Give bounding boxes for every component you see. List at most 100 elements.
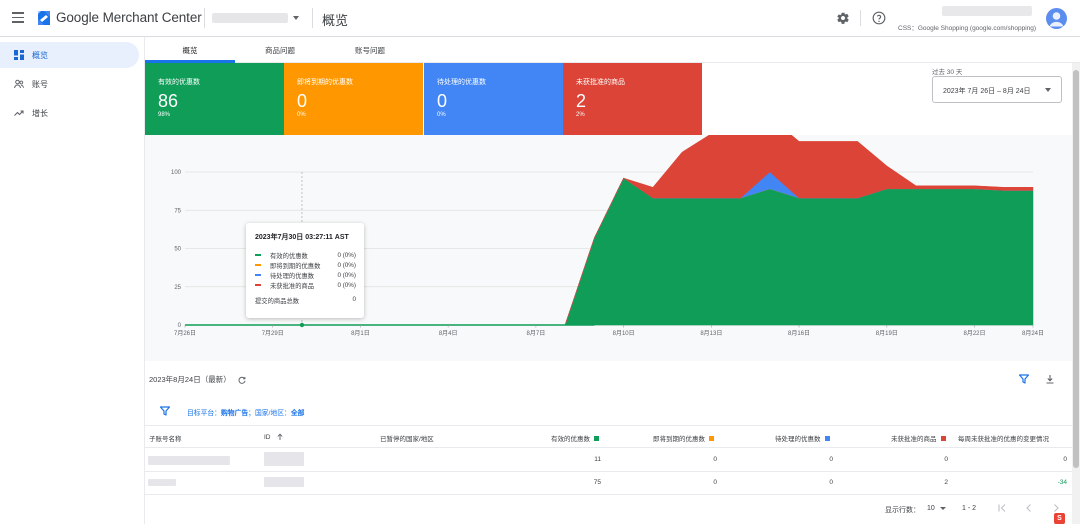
tooltip-row-value: 0 (0%) bbox=[337, 251, 356, 259]
y-tick-label: 100 bbox=[171, 170, 182, 176]
column-header-subaccount[interactable]: 子账号名称 bbox=[149, 433, 182, 443]
refresh-icon[interactable] bbox=[238, 376, 246, 384]
scrollbar-thumb[interactable] bbox=[1073, 70, 1079, 468]
x-tick-label: 8月16日 bbox=[788, 330, 810, 337]
sidebar-item-overview[interactable]: 概览 bbox=[0, 42, 139, 68]
column-header-id[interactable]: ID bbox=[264, 433, 284, 441]
date-range-value: 2023年 7月 26日 – 8月 24日 bbox=[943, 88, 1031, 95]
tab-product-issues[interactable]: 商品问题 bbox=[235, 37, 325, 63]
card-active-offers[interactable]: 有效的优惠数 86 98% bbox=[145, 63, 284, 135]
y-tick-label: 25 bbox=[174, 285, 181, 291]
card-label: 即将到期的优惠数 bbox=[297, 79, 353, 86]
divider bbox=[145, 471, 1072, 472]
page-range: 1 - 2 bbox=[962, 505, 977, 512]
sidebar-item-label: 概览 bbox=[32, 50, 48, 60]
legend-swatch bbox=[255, 254, 261, 256]
previous-page-icon[interactable] bbox=[1024, 503, 1034, 513]
extension-badge-icon[interactable]: S bbox=[1054, 513, 1065, 524]
filter-country-value: 全部 bbox=[290, 410, 305, 417]
card-label: 待处理的优惠数 bbox=[437, 79, 486, 86]
column-header-label: 未获批准的商品 bbox=[891, 436, 937, 443]
rows-per-page-select[interactable]: 10 bbox=[927, 505, 946, 512]
card-percent: 2% bbox=[576, 112, 585, 118]
dashboard-icon bbox=[14, 50, 24, 60]
legend-swatch bbox=[255, 274, 261, 276]
date-range-caption: 过去 30 天 bbox=[932, 69, 963, 76]
column-header-active[interactable]: 有效的优惠数 bbox=[551, 433, 599, 443]
top-app-bar: Google Merchant Center 概览 CSS：Google Sho… bbox=[0, 0, 1080, 37]
x-tick-label: 8月1日 bbox=[351, 330, 370, 337]
cell-disapproved: 2 bbox=[944, 479, 948, 486]
tab-account-issues[interactable]: 账号问题 bbox=[325, 37, 415, 63]
sidebar-item-growth[interactable]: 增长 bbox=[0, 100, 139, 126]
sidebar: 概览 账号 增长 bbox=[0, 37, 145, 524]
sidebar-item-accounts[interactable]: 账号 bbox=[0, 71, 139, 97]
account-selector[interactable] bbox=[212, 12, 302, 24]
tooltip-row-label: 未获批准的商品 bbox=[270, 282, 315, 290]
menu-icon[interactable] bbox=[12, 12, 24, 23]
date-range-select[interactable]: 2023年 7月 26日 – 8月 24日 bbox=[932, 76, 1062, 103]
tooltip-row: 有效的优惠数 0 (0%) bbox=[255, 250, 356, 260]
column-header-pending[interactable]: 待处理的优惠数 bbox=[775, 433, 830, 443]
tooltip-row: 未获批准的商品 0 (0%) bbox=[255, 280, 356, 290]
card-expiring-offers[interactable]: 即将到期的优惠数 0 0% bbox=[284, 63, 423, 135]
filter-platform-value: 购物广告 bbox=[220, 410, 249, 417]
column-header-paused-countries[interactable]: 已暂停的国家/地区 bbox=[380, 433, 434, 443]
first-page-icon[interactable] bbox=[997, 503, 1007, 513]
cell-pending: 0 bbox=[829, 479, 833, 486]
avatar[interactable] bbox=[1046, 8, 1067, 29]
legend-swatch bbox=[824, 435, 830, 441]
divider bbox=[145, 447, 1072, 448]
merchant-center-logo-icon[interactable] bbox=[36, 9, 52, 27]
tooltip-total-value: 0 bbox=[352, 296, 356, 303]
column-header-expiring[interactable]: 即将到期的优惠数 bbox=[653, 433, 714, 443]
card-percent: 0% bbox=[437, 112, 446, 118]
trending-up-icon bbox=[14, 110, 24, 116]
column-header-disapproved[interactable]: 未获批准的商品 bbox=[891, 433, 946, 443]
subaccount-name-redacted[interactable] bbox=[148, 456, 230, 465]
card-percent: 0% bbox=[297, 112, 306, 118]
chevron-down-icon bbox=[939, 507, 946, 510]
tooltip-row-value: 0 (0%) bbox=[337, 261, 356, 269]
cell-weekly-change: 0 bbox=[1063, 456, 1067, 463]
x-tick-label: 7月26日 bbox=[174, 330, 196, 337]
divider bbox=[145, 494, 1072, 495]
filter-icon[interactable] bbox=[160, 406, 170, 416]
card-pending-offers[interactable]: 待处理的优惠数 0 0% bbox=[424, 63, 563, 135]
subaccount-name-redacted[interactable] bbox=[148, 479, 176, 486]
filter-summary[interactable]: 目标平台：购物广告；国家/地区：全部 bbox=[187, 407, 304, 417]
gear-icon[interactable] bbox=[836, 11, 850, 25]
next-page-icon[interactable] bbox=[1051, 503, 1061, 513]
filter-icon[interactable] bbox=[1019, 374, 1029, 384]
x-tick-label: 8月22日 bbox=[964, 330, 986, 337]
hover-point bbox=[299, 322, 305, 328]
divider bbox=[204, 8, 205, 28]
cell-expiring: 0 bbox=[713, 456, 717, 463]
legend-swatch bbox=[709, 435, 714, 441]
cell-active: 75 bbox=[593, 479, 601, 486]
brand-name[interactable]: Google Merchant Center bbox=[56, 10, 202, 25]
cell-active: 11 bbox=[594, 456, 601, 463]
help-icon[interactable] bbox=[872, 11, 886, 25]
column-header-label: ID bbox=[264, 433, 271, 441]
chevron-down-icon bbox=[293, 16, 299, 20]
card-value: 0 bbox=[437, 91, 448, 111]
filter-mid: ；国家/地区： bbox=[248, 410, 291, 417]
tooltip-row: 即将到期的优惠数 0 (0%) bbox=[255, 260, 356, 270]
css-label: CSS：Google Shopping (google.com/shopping… bbox=[898, 25, 1037, 32]
filter-prefix: 目标平台： bbox=[187, 410, 221, 417]
legend-swatch bbox=[255, 284, 261, 286]
card-percent: 98% bbox=[158, 112, 171, 118]
divider bbox=[312, 8, 313, 28]
legend-swatch bbox=[594, 435, 599, 441]
card-disapproved-products[interactable]: 未获批准的商品 2 2% bbox=[563, 63, 702, 135]
download-icon[interactable] bbox=[1045, 374, 1055, 384]
tooltip-total: 提交的商品总数 0 bbox=[255, 296, 356, 305]
chart-tooltip: 2023年7月30日 03:27:11 AST 有效的优惠数 0 (0%) 即将… bbox=[246, 223, 364, 318]
user-icon bbox=[1049, 12, 1064, 27]
column-header-weekly-change[interactable]: 每周未获批准的优惠的变更情况 bbox=[958, 433, 1049, 443]
tooltip-row-value: 0 (0%) bbox=[337, 281, 356, 289]
cell-weekly-change: -34 bbox=[1057, 479, 1067, 486]
tooltip-row-label: 有效的优惠数 bbox=[270, 252, 308, 260]
page-title: 概览 bbox=[322, 13, 349, 28]
